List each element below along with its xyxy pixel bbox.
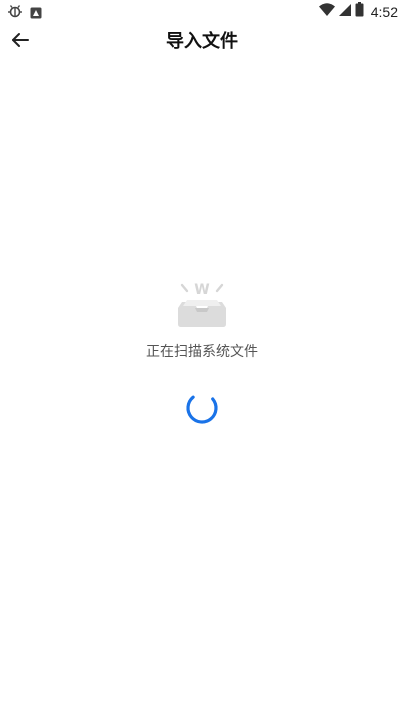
app-bar: 导入文件 bbox=[0, 22, 404, 62]
status-bar: 4:52 bbox=[0, 0, 404, 22]
page-title: 导入文件 bbox=[166, 31, 238, 52]
illustration-letter: W bbox=[194, 282, 209, 298]
battery-icon bbox=[355, 2, 364, 21]
scan-status-text: 正在扫描系统文件 bbox=[146, 344, 258, 360]
wifi-icon bbox=[318, 2, 335, 21]
loading-spinner-icon bbox=[185, 391, 219, 425]
app-notification-icon bbox=[30, 4, 42, 23]
status-bar-left bbox=[7, 3, 42, 23]
inbox-tray-w-icon: W bbox=[175, 278, 229, 330]
status-time: 4:52 bbox=[370, 3, 398, 20]
cellular-signal-icon bbox=[338, 2, 352, 21]
status-bar-right: 4:52 bbox=[318, 2, 398, 21]
bug-icon bbox=[7, 3, 23, 23]
